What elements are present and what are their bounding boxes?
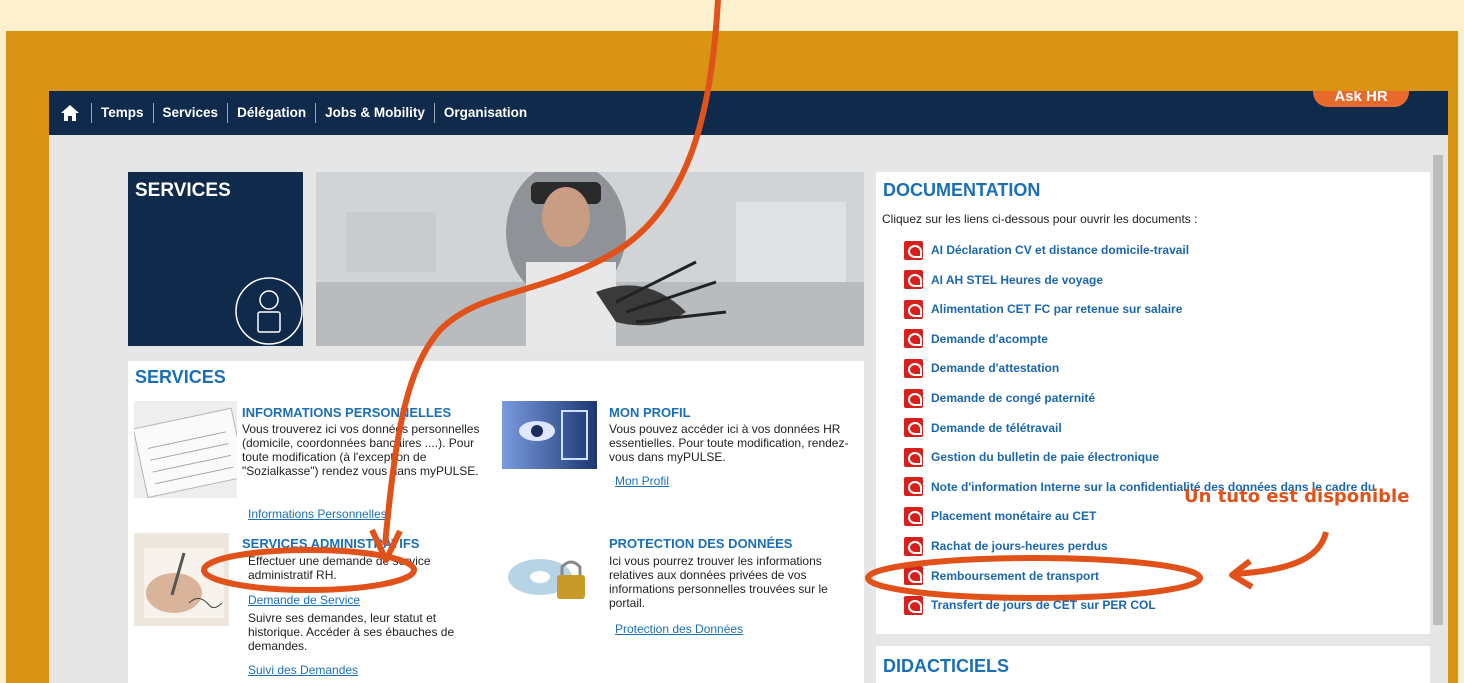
mon-profil-link[interactable]: Mon Profil bbox=[615, 474, 669, 488]
outer-frame: Temps Services Délégation Jobs & Mobilit… bbox=[6, 31, 1458, 683]
page-content: SERVICES SERVICES INFORMATIONS PERSONNEL… bbox=[49, 135, 1448, 683]
doc-item-label[interactable]: Alimentation CET FC par retenue sur sala… bbox=[931, 302, 1182, 316]
demande-service-link[interactable]: Demande de Service bbox=[248, 593, 360, 607]
doc-item[interactable]: Demande d'attestation bbox=[904, 358, 1059, 378]
pdf-icon bbox=[904, 447, 923, 467]
services-heading: SERVICES bbox=[135, 367, 226, 387]
pdf-icon bbox=[904, 418, 923, 438]
signature-thumbnail bbox=[134, 533, 229, 626]
top-navbar: Temps Services Délégation Jobs & Mobilit… bbox=[49, 91, 1448, 135]
pdf-icon bbox=[904, 595, 923, 615]
nav-services[interactable]: Services bbox=[152, 103, 228, 123]
services-admin-desc: Effectuer une demande de service adminis… bbox=[248, 554, 431, 582]
doc-item-label[interactable]: Remboursement de transport bbox=[931, 569, 1099, 583]
doc-item-label[interactable]: Demande d'acompte bbox=[931, 332, 1048, 346]
pdf-icon bbox=[904, 477, 923, 497]
protection-link[interactable]: Protection des Données bbox=[615, 622, 743, 636]
documentation-panel: DOCUMENTATION Cliquez sur les liens ci-d… bbox=[876, 172, 1430, 634]
doc-item-label[interactable]: Placement monétaire au CET bbox=[931, 509, 1096, 523]
doc-item[interactable]: Demande de télétravail bbox=[904, 418, 1062, 438]
documentation-intro: Cliquez sur les liens ci-dessous pour ou… bbox=[882, 212, 1198, 226]
pdf-icon bbox=[904, 270, 923, 290]
doc-item-label[interactable]: AI AH STEL Heures de voyage bbox=[931, 273, 1103, 287]
pdf-icon bbox=[904, 358, 923, 378]
doc-item[interactable]: Alimentation CET FC par retenue sur sala… bbox=[904, 299, 1182, 319]
doc-item-label[interactable]: Demande de télétravail bbox=[931, 421, 1062, 435]
protection-desc: Ici vous pourrez trouver les information… bbox=[609, 554, 828, 610]
askhr-button[interactable]: Ask HR bbox=[1313, 91, 1409, 107]
doc-item[interactable]: Gestion du bulletin de paie électronique bbox=[904, 447, 1159, 467]
home-button[interactable] bbox=[49, 91, 91, 135]
doc-item[interactable]: Note d'information Interne sur la confid… bbox=[904, 477, 1375, 497]
doc-item-label[interactable]: AI Déclaration CV et distance domicile-t… bbox=[931, 243, 1189, 257]
pdf-icon bbox=[904, 299, 923, 319]
didacticiels-panel: DIDACTICIELS bbox=[876, 646, 1430, 683]
id-card-thumbnail bbox=[132, 401, 247, 499]
nav-organisation[interactable]: Organisation bbox=[433, 103, 536, 123]
pdf-icon bbox=[904, 388, 923, 408]
suivi-demandes-link[interactable]: Suivi des Demandes bbox=[248, 663, 358, 677]
suivi-demandes-desc: Suivre ses demandes, leur statut et hist… bbox=[248, 611, 455, 653]
info-perso-title: INFORMATIONS PERSONNELLES bbox=[242, 405, 452, 420]
doc-item-label[interactable]: Rachat de jours-heures perdus bbox=[931, 539, 1108, 553]
pdf-icon bbox=[904, 566, 923, 586]
doc-item[interactable]: Rachat de jours-heures perdus bbox=[904, 536, 1108, 556]
data-protection-thumbnail bbox=[502, 547, 597, 607]
home-icon bbox=[61, 105, 79, 121]
nav-temps[interactable]: Temps bbox=[91, 103, 153, 123]
profile-thumbnail bbox=[502, 401, 597, 469]
user-icon bbox=[235, 277, 303, 345]
doc-item[interactable]: Demande d'acompte bbox=[904, 329, 1048, 349]
mon-profil-title: MON PROFIL bbox=[609, 405, 691, 420]
nav-delegation[interactable]: Délégation bbox=[227, 103, 315, 123]
services-banner-image bbox=[316, 172, 864, 346]
services-title: SERVICES bbox=[135, 180, 231, 201]
documentation-title: DOCUMENTATION bbox=[883, 180, 1041, 200]
doc-item-label[interactable]: Demande de congé paternité bbox=[931, 391, 1095, 405]
browser-viewport: Temps Services Délégation Jobs & Mobilit… bbox=[49, 91, 1448, 683]
doc-item[interactable]: AI Déclaration CV et distance domicile-t… bbox=[904, 240, 1189, 260]
pdf-icon bbox=[904, 506, 923, 526]
doc-item[interactable]: AI AH STEL Heures de voyage bbox=[904, 270, 1103, 290]
services-title-block: SERVICES bbox=[128, 172, 303, 346]
nav-jobs-mobility[interactable]: Jobs & Mobility bbox=[315, 103, 434, 123]
info-perso-link[interactable]: Informations Personnelles bbox=[248, 507, 387, 521]
pdf-icon bbox=[904, 329, 923, 349]
didacticiels-title: DIDACTICIELS bbox=[883, 656, 1009, 676]
protection-title: PROTECTION DES DONNÉES bbox=[609, 536, 793, 551]
doc-item-label[interactable]: Note d'information Interne sur la confid… bbox=[931, 480, 1375, 494]
info-perso-desc: Vous trouverez ici vos données personnel… bbox=[242, 422, 480, 478]
pdf-icon bbox=[904, 240, 923, 260]
pdf-icon bbox=[904, 536, 923, 556]
scrollbar-thumb[interactable] bbox=[1433, 155, 1443, 625]
doc-item-label[interactable]: Gestion du bulletin de paie électronique bbox=[931, 450, 1159, 464]
services-admin-title: SERVICES ADMINISTRATIFS bbox=[242, 536, 420, 551]
page-scrollbar[interactable] bbox=[1431, 135, 1448, 683]
services-panel: SERVICES INFORMATIONS PERSONNELLES Vous … bbox=[128, 361, 864, 683]
doc-item[interactable]: Demande de congé paternité bbox=[904, 388, 1095, 408]
doc-item-label[interactable]: Demande d'attestation bbox=[931, 361, 1059, 375]
mon-profil-desc: Vous pouvez accéder ici à vos données HR… bbox=[609, 422, 849, 464]
doc-item[interactable]: Transfert de jours de CET sur PER COL bbox=[904, 595, 1156, 615]
doc-item-label[interactable]: Transfert de jours de CET sur PER COL bbox=[931, 598, 1156, 612]
doc-item[interactable]: Remboursement de transport bbox=[904, 566, 1099, 586]
doc-item[interactable]: Placement monétaire au CET bbox=[904, 506, 1096, 526]
